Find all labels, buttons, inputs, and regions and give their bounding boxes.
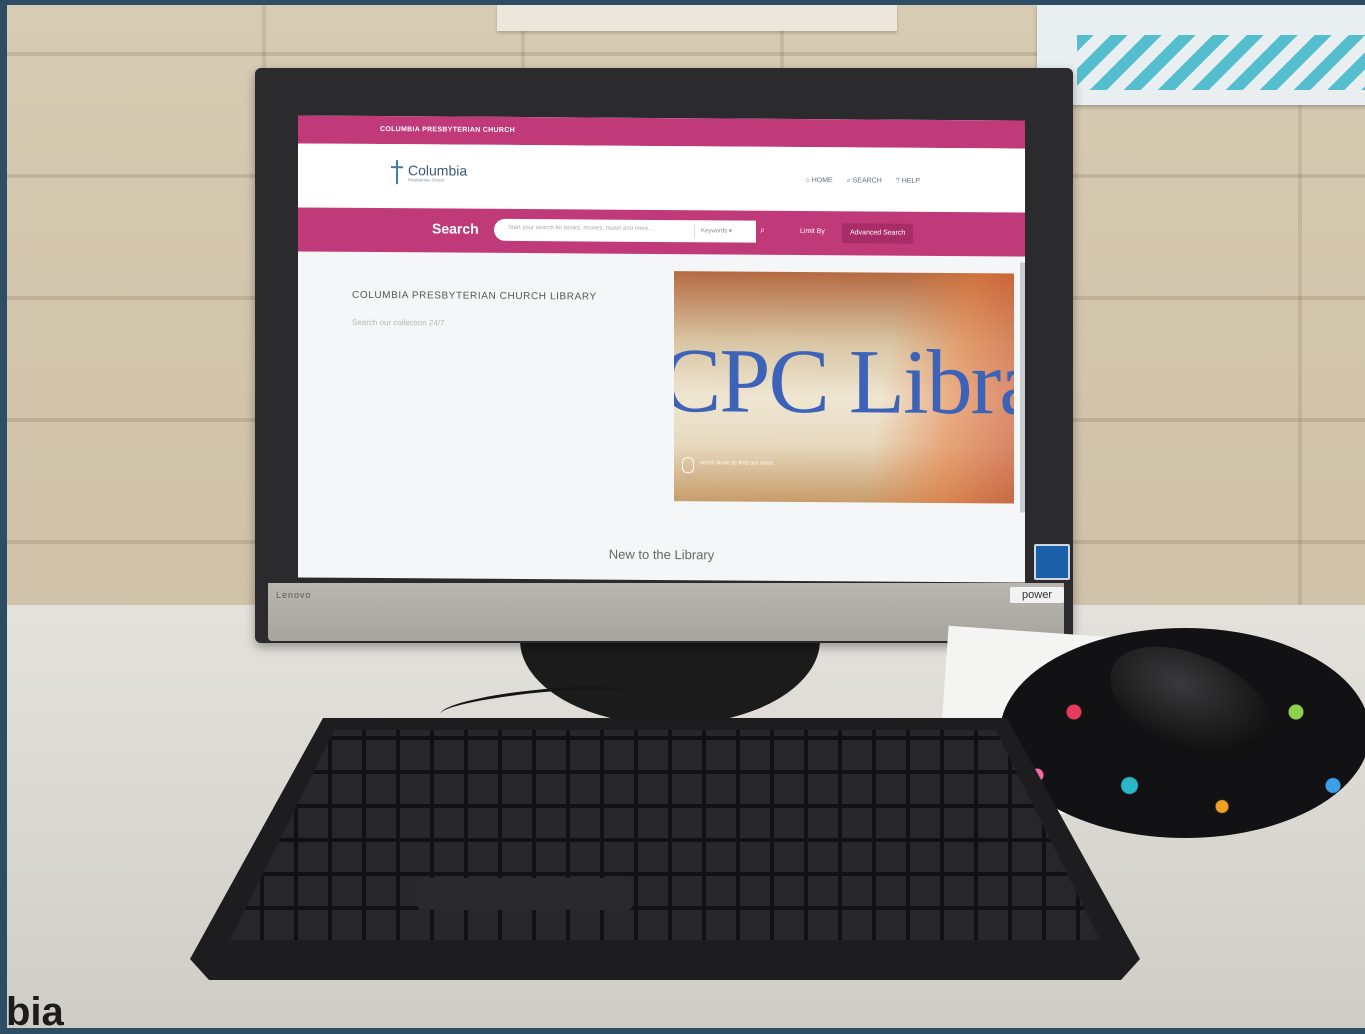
nav-help-label: HELP bbox=[901, 177, 920, 185]
keyboard-keys[interactable] bbox=[230, 730, 1100, 940]
wall-paper bbox=[497, 5, 897, 31]
search-submit-icon[interactable]: ⌕ bbox=[760, 225, 765, 236]
nav-home[interactable]: ⌂ HOME bbox=[805, 177, 832, 185]
hero-text: CPC Library bbox=[674, 328, 1014, 435]
home-icon: ⌂ bbox=[805, 177, 810, 185]
nav-home-label: HOME bbox=[811, 177, 833, 185]
search-label: Search bbox=[432, 220, 479, 237]
scrollbar[interactable] bbox=[1020, 262, 1025, 513]
hero-caption: scroll down to find out more bbox=[700, 460, 774, 467]
new-to-library-heading: New to the Library bbox=[608, 546, 715, 563]
power-button[interactable]: power bbox=[1010, 587, 1064, 603]
intel-sticker-icon bbox=[1034, 544, 1070, 580]
cross-icon bbox=[390, 160, 404, 184]
nav-search[interactable]: ⌕ SEARCH bbox=[847, 177, 882, 185]
screen: COLUMBIA PRESBYTERIAN CHURCH Columbia Pr… bbox=[298, 115, 1025, 583]
keywords-label: Keywords bbox=[701, 228, 728, 235]
spacebar[interactable] bbox=[418, 878, 632, 910]
keywords-dropdown[interactable]: Keywords ▾ bbox=[694, 224, 739, 239]
scroll-mouse-icon bbox=[682, 457, 694, 474]
search-icon: ⌕ bbox=[846, 177, 851, 185]
poster-zigzag bbox=[1077, 35, 1365, 90]
help-icon: ? bbox=[895, 177, 900, 185]
limit-by-button[interactable]: Limit By bbox=[800, 228, 825, 235]
brand-label: Lenovo bbox=[276, 590, 312, 600]
site-header: Columbia Presbyterian Church ⌂ HOME ⌕ SEAR… bbox=[298, 143, 1025, 213]
library-title: COLUMBIA PRESBYTERIAN CHURCH LIBRARY bbox=[352, 289, 597, 303]
caret-down-icon: ▾ bbox=[729, 228, 733, 235]
site-nav: ⌂ HOME ⌕ SEARCH ? HELP bbox=[805, 177, 920, 186]
advanced-search-button[interactable]: Advanced Search bbox=[842, 223, 914, 244]
nav-help[interactable]: ? HELP bbox=[896, 178, 920, 186]
caption-overlay-text: bia bbox=[6, 990, 64, 1034]
logo-name: Columbia bbox=[408, 162, 468, 179]
search-input[interactable]: Start your search for books, movies, mus… bbox=[508, 225, 683, 232]
library-subtitle: Search our collection 24/7 bbox=[352, 317, 445, 328]
site-logo[interactable]: Columbia Presbyterian Church bbox=[390, 160, 467, 185]
main-content: COLUMBIA PRESBYTERIAN CHURCH LIBRARY Sea… bbox=[298, 251, 1025, 516]
search-bar: Search Start your search for books, movi… bbox=[298, 207, 1025, 257]
hero-image: CPC Library scroll down to find out more bbox=[674, 271, 1014, 504]
wall-poster bbox=[1037, 5, 1365, 105]
nav-search-label: SEARCH bbox=[852, 177, 882, 185]
monitor-chin bbox=[268, 583, 1064, 641]
search-box[interactable]: Start your search for books, movies, mus… bbox=[494, 218, 756, 243]
